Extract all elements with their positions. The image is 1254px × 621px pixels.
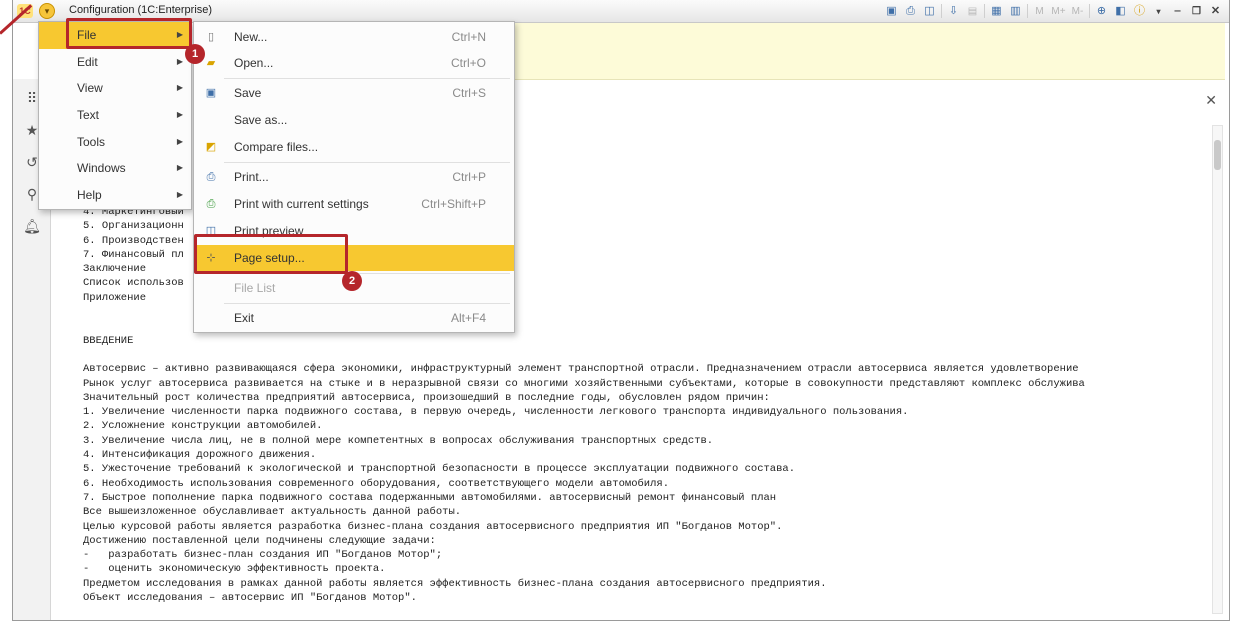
document-line: 7. Быстрое пополнение парка подвижного с… [83, 491, 777, 504]
chevron-right-icon: ▶ [176, 110, 183, 120]
menu-separator [224, 303, 510, 304]
close-icon[interactable]: ✕ [1208, 4, 1223, 19]
print-settings-icon: ⎙ [206, 198, 216, 210]
menu-item-edit[interactable]: Edit ▶ [39, 49, 191, 76]
menu-item-file[interactable]: File ▶ [39, 22, 191, 49]
vertical-scrollbar[interactable] [1212, 125, 1223, 614]
print-icon: ⎙ [206, 171, 216, 183]
menu-separator [224, 78, 510, 79]
chevron-right-icon: ▶ [176, 83, 183, 93]
bell-icon[interactable]: 🔔︎ [23, 217, 41, 235]
menu-item-print[interactable]: ⎙ Print... Ctrl+P [194, 164, 514, 190]
save-icon[interactable]: ▣ [884, 4, 899, 19]
menu-item-print-current-settings[interactable]: ⎙ Print with current settings Ctrl+Shift+P [194, 191, 514, 217]
restore-icon[interactable]: ❐ [1189, 4, 1204, 19]
print-icon[interactable]: ⎙ [903, 4, 918, 19]
toolbar-separator [1027, 4, 1028, 18]
document-icon[interactable]: ▤ [965, 4, 980, 19]
menu-item-open[interactable]: ▰ Open... Ctrl+O [194, 50, 514, 76]
menu-item-new[interactable]: ▯ New... Ctrl+N [194, 24, 514, 50]
toolbar: ▣ ⎙ ◫ ⇩ ▤ ▦ ▥ M M+ M- ⊕ ◧ ⓘ ▾ ‒ ❐ ✕ [884, 2, 1223, 20]
menu-item-tools[interactable]: Tools ▶ [39, 129, 191, 156]
chevron-right-icon: ▶ [176, 136, 183, 146]
info-dropdown-icon[interactable]: ▾ [1151, 4, 1166, 19]
memory-m-icon[interactable]: M [1032, 4, 1047, 19]
menu-item-compare-files[interactable]: ◩ Compare files... [194, 134, 514, 160]
menu-item-exit[interactable]: Exit Alt+F4 [194, 305, 514, 331]
calendar-icon[interactable]: ▥ [1008, 4, 1023, 19]
title-bar: 1C ▾ Configuration (1C:Enterprise) ▣ ⎙ ◫… [13, 0, 1229, 23]
document-line: 1. Увеличение численности парка подвижно… [83, 406, 909, 419]
new-document-icon: ▯ [207, 31, 215, 43]
toolbar-separator [1089, 4, 1090, 18]
panels-icon[interactable]: ◧ [1113, 4, 1128, 19]
document-line: 5. Ужесточение требований к экологическо… [83, 463, 796, 476]
document-line: 2. Усложнение конструкции автомобилей. [83, 420, 323, 433]
print-preview-icon[interactable]: ◫ [922, 4, 937, 19]
compare-files-icon: ◩ [205, 141, 217, 153]
document-line: Целью курсовой работы является разработк… [83, 520, 783, 533]
document-line: Объект исследования – автосервис ИП "Бог… [83, 592, 417, 605]
menu-separator [224, 273, 510, 274]
menu-item-save[interactable]: ▣ Save Ctrl+S [194, 80, 514, 106]
document-line: 6. Необходимость использования современн… [83, 477, 669, 490]
window-title: Configuration (1C:Enterprise) [69, 4, 213, 16]
document-line: Автосервис – активно развивающаяся сфера… [83, 363, 1079, 376]
annotation-step-badge: 2 [342, 271, 362, 291]
memory-plus-icon[interactable]: M+ [1051, 4, 1066, 19]
document-line: - разработать бизнес-план создания ИП "Б… [83, 549, 443, 562]
annotation-step-badge: 1 [185, 44, 205, 64]
menu-item-page-setup[interactable]: ⊹ Page setup... [194, 245, 514, 271]
menu-item-view[interactable]: View ▶ [39, 75, 191, 102]
menu-item-text[interactable]: Text ▶ [39, 102, 191, 129]
document-line: Достижению поставленной цели подчинены с… [83, 534, 436, 547]
menu-item-help[interactable]: Help ▶ [39, 182, 191, 209]
info-icon[interactable]: ⓘ [1132, 4, 1147, 19]
menu-separator [224, 162, 510, 163]
document-line: Предметом исследования в рамках данной р… [83, 577, 827, 590]
chevron-right-icon: ▶ [176, 163, 183, 173]
main-menu-button[interactable]: ▾ [39, 3, 55, 19]
document-line: Рынок услуг автосервиса развивается на с… [83, 377, 1085, 390]
scroll-thumb[interactable] [1214, 140, 1221, 170]
document-line: 3. Увеличение числа лиц, не в полной мер… [83, 434, 714, 447]
menu-item-save-as[interactable]: Save as... [194, 107, 514, 133]
content-close-icon[interactable]: ✕ [1205, 92, 1217, 109]
save-icon: ▣ [205, 87, 217, 99]
download-icon[interactable]: ⇩ [946, 4, 961, 19]
document-line: ВВЕДЕНИЕ [83, 334, 134, 347]
zoom-icon[interactable]: ⊕ [1094, 4, 1109, 19]
toolbar-separator [984, 4, 985, 18]
main-menu: File ▶ Edit ▶ View ▶ Text ▶ Tools ▶ Windows ▶ … [38, 21, 192, 210]
chevron-right-icon: ▶ [176, 30, 183, 39]
memory-minus-icon[interactable]: M- [1070, 4, 1085, 19]
minimize-icon[interactable]: ‒ [1170, 4, 1185, 19]
chevron-right-icon: ▶ [176, 56, 183, 66]
menu-item-print-preview[interactable]: ◫ Print preview [194, 218, 514, 244]
toolbar-separator [941, 4, 942, 18]
document-line: Все вышеизложенное обуславливает актуаль… [83, 506, 462, 519]
chevron-right-icon: ▶ [176, 190, 183, 200]
open-folder-icon: ▰ [206, 57, 216, 69]
page-setup-icon: ⊹ [206, 252, 216, 264]
document-line: Значительный рост количества предприятий… [83, 391, 770, 404]
print-preview-icon: ◫ [205, 225, 217, 237]
calculator-icon[interactable]: ▦ [989, 4, 1004, 19]
menu-item-windows[interactable]: Windows ▶ [39, 155, 191, 182]
document-line: 4. Интенсификация дорожного движения. [83, 449, 317, 462]
document-line: - оценить экономическую эффективность пр… [83, 563, 386, 576]
